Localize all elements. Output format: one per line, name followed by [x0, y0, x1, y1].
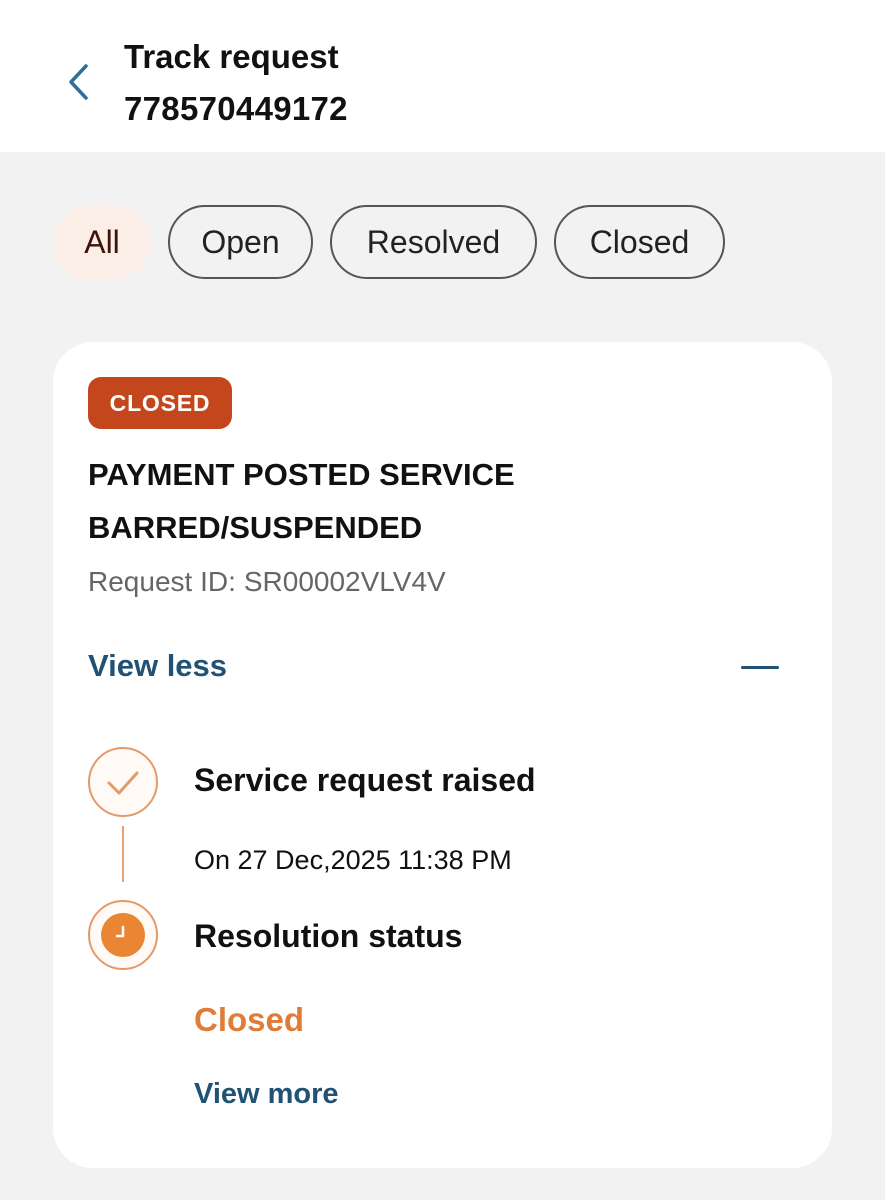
status-badge: CLOSED [88, 377, 232, 429]
minus-icon [741, 666, 779, 669]
step-title-raised: Service request raised [194, 762, 536, 798]
timeline-connector [122, 826, 124, 882]
request-title: PAYMENT POSTED SERVICE BARRED/SUSPENDED [88, 457, 515, 545]
clock-icon [101, 913, 145, 957]
view-less-link[interactable]: View less [88, 648, 227, 684]
filter-chip-closed[interactable]: Closed [554, 205, 725, 279]
request-id-label: Request ID: [88, 566, 236, 597]
step-done-indicator [88, 747, 158, 817]
filter-chip-resolved[interactable]: Resolved [330, 205, 537, 279]
filter-chip-all[interactable]: All [53, 205, 151, 279]
request-card: CLOSED PAYMENT POSTED SERVICE BARRED/SUS… [53, 342, 832, 1168]
view-more-link[interactable]: View more [194, 1078, 339, 1111]
app-header: Track request 778570449172 [0, 0, 885, 152]
check-icon [107, 771, 139, 795]
filter-chip-label: Open [201, 223, 280, 260]
back-button[interactable] [52, 56, 104, 108]
request-id-value: SR00002VLV4V [243, 566, 446, 597]
filter-chip-label: All [84, 223, 120, 260]
request-id: Request ID: SR00002VLV4V [88, 566, 446, 598]
collapse-button[interactable] [739, 652, 783, 684]
filter-chip-label: Resolved [366, 223, 501, 260]
page-title: Track request [124, 38, 339, 75]
step-pending-indicator [88, 900, 158, 970]
account-number: 778570449172 [124, 90, 348, 127]
chevron-left-icon [69, 64, 88, 100]
filter-chip-open[interactable]: Open [168, 205, 313, 279]
resolution-status-value: Closed [194, 1001, 305, 1038]
step-title-resolution: Resolution status [194, 918, 463, 954]
filter-chip-label: Closed [589, 223, 690, 260]
step-date-raised: On 27 Dec,2025 11:38 PM [194, 845, 512, 875]
